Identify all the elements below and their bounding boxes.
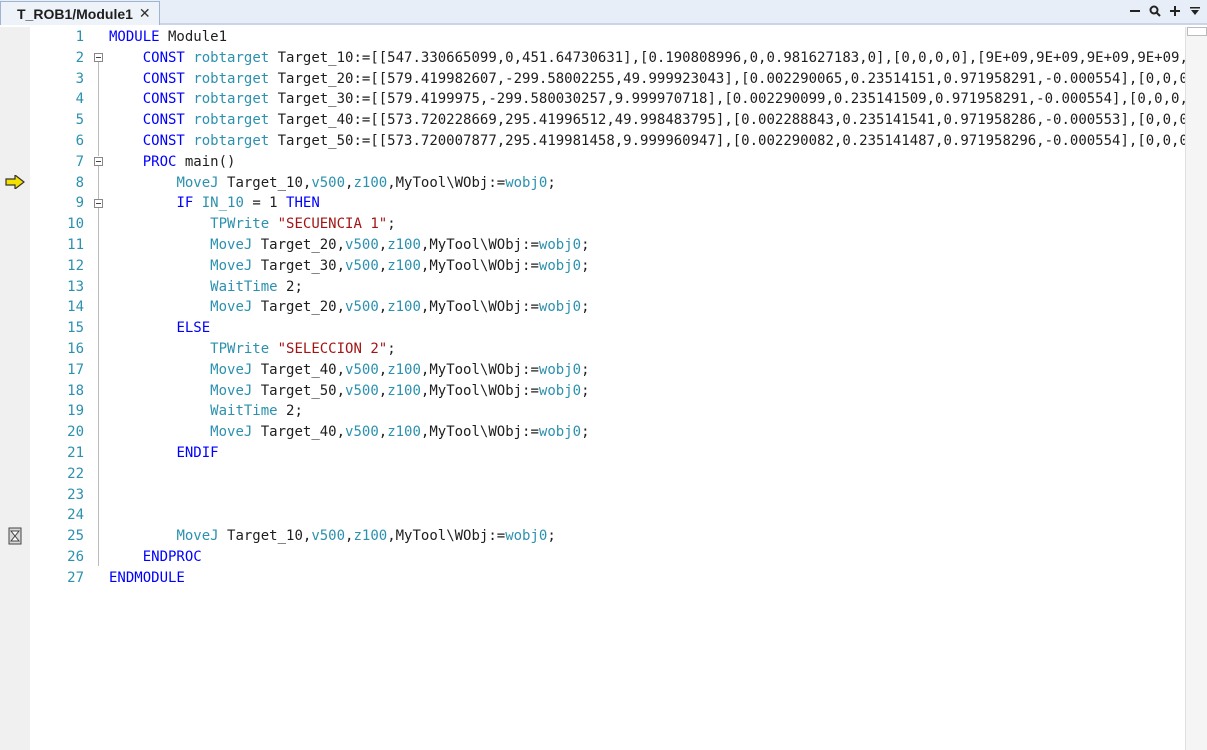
code-line-10: TPWrite "SECUENCIA 1"; [210, 216, 396, 233]
code-line-9: IF IN_10 = 1 THEN [176, 195, 320, 212]
tab-title: T_ROB1/Module1 [17, 5, 133, 22]
line-number: 14 [67, 299, 84, 316]
tab-module1[interactable]: T_ROB1/Module1 ✕ [0, 1, 160, 25]
line-number: 5 [75, 112, 84, 129]
code-text[interactable]: MODULE Module1 CONST robtarget Target_10… [109, 27, 1185, 589]
line-number: 10 [67, 216, 84, 233]
line-number: 24 [67, 507, 84, 524]
code-line-4: CONST robtarget Target_30:=[[579.4199975… [142, 91, 1185, 108]
fold-guide [98, 166, 99, 566]
line-number: 26 [67, 548, 84, 565]
fold-toggle-icon[interactable] [94, 157, 103, 166]
line-number: 23 [67, 486, 84, 503]
dropdown-icon[interactable] [1189, 4, 1201, 18]
code-line-26: ENDPROC [142, 548, 202, 565]
line-number: 27 [67, 569, 84, 586]
code-line-12: MoveJ Target_30,v500,z100,MyTool\WObj:=w… [210, 257, 590, 274]
editor-gutter[interactable] [0, 27, 30, 750]
line-number: 7 [75, 153, 84, 170]
plus-icon[interactable] [1169, 4, 1181, 18]
code-line-15: ELSE [176, 320, 211, 337]
code-line-2: CONST robtarget Target_10:=[[547.3306650… [142, 49, 1185, 66]
code-line-7: PROC main() [142, 153, 236, 170]
line-number: 1 [75, 29, 84, 45]
line-number: 8 [75, 174, 84, 191]
vertical-scrollbar[interactable] [1185, 27, 1207, 750]
line-number: 3 [75, 70, 84, 87]
code-line-25: MoveJ Target_10,v500,z100,MyTool\WObj:=w… [176, 528, 556, 545]
line-number: 12 [67, 257, 84, 274]
line-number: 18 [67, 382, 84, 399]
document-tab-bar: T_ROB1/Module1 ✕ [0, 0, 1207, 25]
line-number: 15 [67, 320, 84, 337]
code-line-21: ENDIF [176, 444, 219, 461]
line-number: 6 [75, 132, 84, 149]
line-number: 21 [67, 444, 84, 461]
code-line-14: MoveJ Target_20,v500,z100,MyTool\WObj:=w… [210, 299, 590, 316]
line-number: 13 [67, 278, 84, 295]
line-number: 11 [67, 236, 84, 253]
code-line-3: CONST robtarget Target_20:=[[579.4199826… [142, 70, 1185, 87]
fold-toggle-icon[interactable] [94, 199, 103, 208]
fold-toggle-icon[interactable] [94, 53, 103, 62]
code-line-11: MoveJ Target_20,v500,z100,MyTool\WObj:=w… [210, 236, 590, 253]
code-line-13: WaitTime 2; [210, 278, 303, 295]
line-number: 4 [75, 91, 84, 108]
code-line-27: ENDMODULE [109, 569, 185, 586]
close-icon[interactable]: ✕ [139, 7, 151, 21]
minimize-icon[interactable] [1129, 4, 1141, 18]
line-number: 25 [67, 528, 84, 545]
line-number: 16 [67, 340, 84, 357]
search-icon[interactable] [1149, 4, 1161, 18]
line-numbers: 1 2 3 4 5 6 7 8 9 10 11 12 13 14 15 16 17 18 19 20 21 22 23 24 2… [30, 27, 84, 589]
fold-guide [98, 62, 99, 156]
motion-pointer-icon [8, 527, 22, 545]
code-line-8: MoveJ Target_10,v500,z100,MyTool\WObj:=w… [176, 174, 556, 191]
line-number: 2 [75, 49, 84, 66]
code-line-6: CONST robtarget Target_50:=[[573.7200078… [142, 132, 1185, 149]
code-line-19: WaitTime 2; [210, 403, 303, 420]
scrollbar-thumb[interactable] [1187, 27, 1207, 36]
rapid-code-editor[interactable]: 1 2 3 4 5 6 7 8 9 10 11 12 13 14 15 16 17 18 19 20 21 22 23 24 2… [0, 27, 1185, 750]
line-number: 19 [67, 403, 84, 420]
window-tools [1129, 4, 1201, 18]
code-line-5: CONST robtarget Target_40:=[[573.7202286… [142, 112, 1185, 129]
line-number: 22 [67, 465, 84, 482]
code-line-17: MoveJ Target_40,v500,z100,MyTool\WObj:=w… [210, 361, 590, 378]
line-number: 17 [67, 361, 84, 378]
line-number: 20 [67, 424, 84, 441]
code-line-1: MODULE Module1 [109, 29, 228, 45]
code-line-20: MoveJ Target_40,v500,z100,MyTool\WObj:=w… [210, 424, 590, 441]
code-line-18: MoveJ Target_50,v500,z100,MyTool\WObj:=w… [210, 382, 590, 399]
line-number: 9 [75, 195, 84, 212]
code-line-16: TPWrite "SELECCION 2"; [210, 340, 396, 357]
program-pointer-arrow-icon [5, 175, 25, 189]
